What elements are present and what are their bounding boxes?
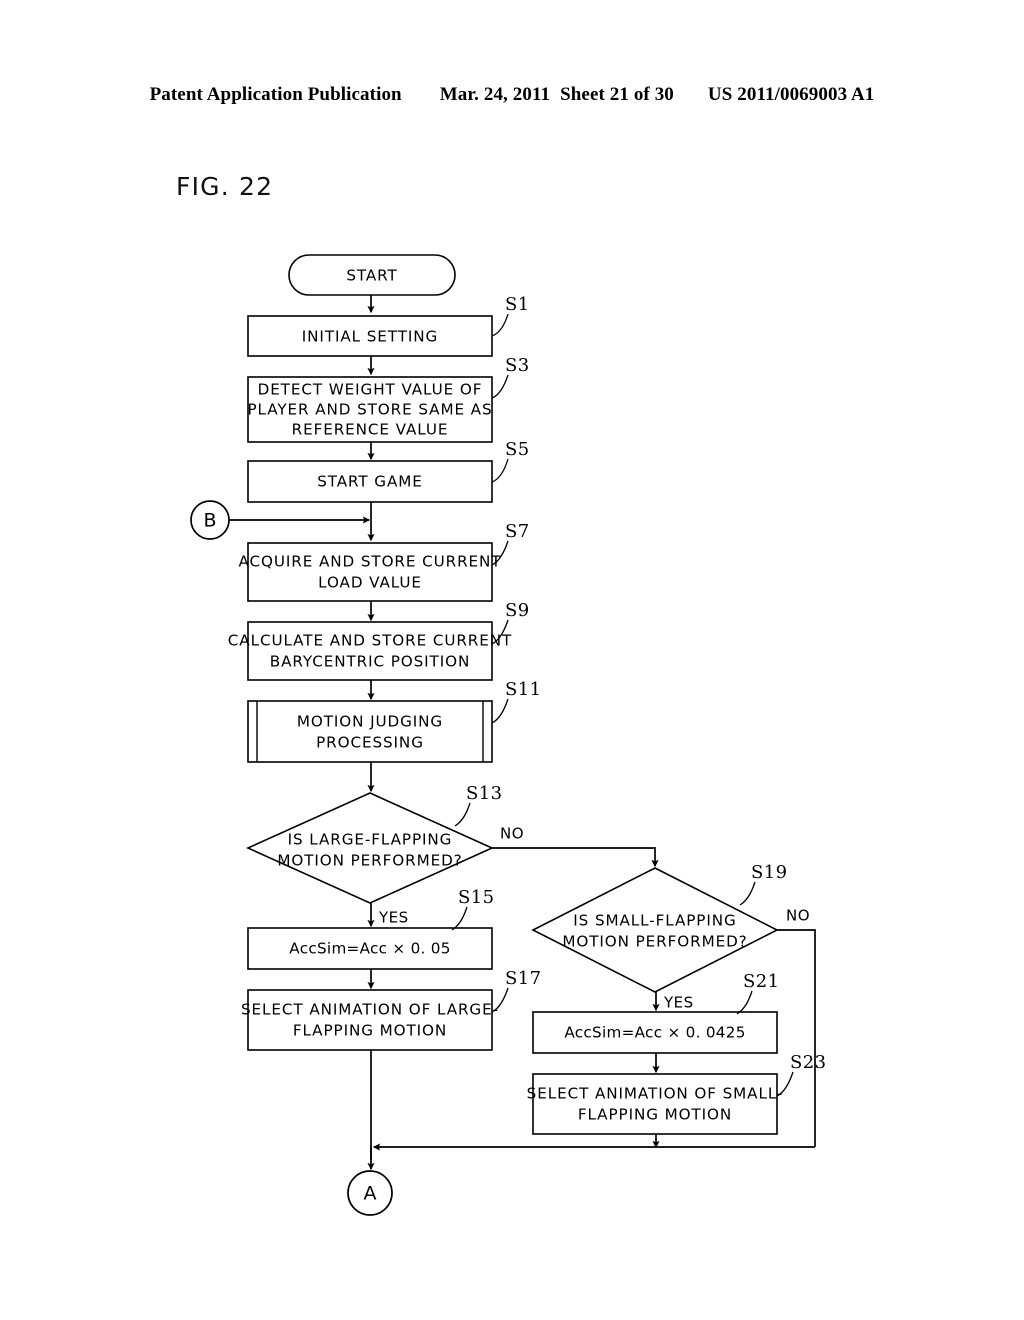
node-s13-line-1: MOTION PERFORMED? xyxy=(277,852,462,870)
node-s23-line-1: FLAPPING MOTION xyxy=(578,1106,732,1124)
node-s13-line-0: IS LARGE-FLAPPING xyxy=(288,831,453,849)
branch-label-s19-yes: YES xyxy=(663,994,694,1012)
node-s23: SELECT ANIMATION OF SMALL- FLAPPING MOTI… xyxy=(527,1073,784,1135)
node-s11-line-1: PROCESSING xyxy=(316,734,424,752)
connector-a-label: A xyxy=(364,1183,377,1205)
node-s1-line-0: INITIAL SETTING xyxy=(302,328,438,346)
node-s23-line-0: SELECT ANIMATION OF SMALL- xyxy=(527,1085,784,1103)
step-label-s9: S9 xyxy=(505,600,530,621)
step-label-s23: S23 xyxy=(790,1052,826,1073)
node-s21-line-0: AccSim=Acc × 0. 0425 xyxy=(564,1024,745,1042)
step-label-s11: S11 xyxy=(505,679,541,700)
node-s3-line-1: PLAYER AND STORE SAME AS xyxy=(247,401,492,419)
connector-a: A xyxy=(347,1170,393,1216)
step-label-s21: S21 xyxy=(743,971,779,992)
node-s9-line-0: CALCULATE AND STORE CURRENT xyxy=(228,632,512,650)
connector-b: B xyxy=(190,500,230,540)
node-s9-line-1: BARYCENTRIC POSITION xyxy=(270,653,470,671)
node-s5: START GAME xyxy=(247,460,493,503)
step-label-s3: S3 xyxy=(505,355,530,376)
step-label-s1: S1 xyxy=(505,294,530,315)
node-s17-line-0: SELECT ANIMATION OF LARGE- xyxy=(241,1001,499,1019)
branch-label-s13-yes: YES xyxy=(378,909,409,927)
node-s3: DETECT WEIGHT VALUE OF PLAYER AND STORE … xyxy=(247,376,493,443)
node-start-label: START xyxy=(346,267,397,285)
step-label-s19: S19 xyxy=(751,862,787,883)
node-s11: MOTION JUDGING PROCESSING xyxy=(247,700,493,763)
node-s17: SELECT ANIMATION OF LARGE- FLAPPING MOTI… xyxy=(241,989,499,1051)
branch-label-s13-no: NO xyxy=(500,825,524,843)
node-s7: ACQUIRE AND STORE CURRENT LOAD VALUE xyxy=(239,542,502,602)
node-s15-line-0: AccSim=Acc × 0. 05 xyxy=(289,940,450,958)
step-label-s17: S17 xyxy=(505,968,541,989)
step-label-s5: S5 xyxy=(505,439,530,460)
node-s7-line-1: LOAD VALUE xyxy=(318,574,422,592)
node-s5-line-0: START GAME xyxy=(317,473,423,491)
step-label-s7: S7 xyxy=(505,521,530,542)
node-s19-line-0: IS SMALL-FLAPPING xyxy=(573,912,736,930)
node-s17-line-1: FLAPPING MOTION xyxy=(293,1022,447,1040)
node-s19-line-1: MOTION PERFORMED? xyxy=(562,933,747,951)
node-s21: AccSim=Acc × 0. 0425 xyxy=(532,1011,778,1054)
branch-label-s19-no: NO xyxy=(786,907,810,925)
node-s1: INITIAL SETTING xyxy=(247,315,493,357)
node-s11-line-0: MOTION JUDGING xyxy=(297,713,443,731)
node-start: START xyxy=(288,254,456,296)
node-s3-line-0: DETECT WEIGHT VALUE OF xyxy=(258,381,483,399)
node-s3-line-2: REFERENCE VALUE xyxy=(292,421,449,439)
node-s13: IS LARGE-FLAPPING MOTION PERFORMED? xyxy=(246,792,494,904)
step-label-s13: S13 xyxy=(466,783,502,804)
node-s7-line-0: ACQUIRE AND STORE CURRENT xyxy=(239,553,502,571)
flowchart-diagram: START INITIAL SETTING S1 DETECT WEIGHT V… xyxy=(190,254,826,1216)
step-label-s15: S15 xyxy=(458,887,494,908)
node-s19: IS SMALL-FLAPPING MOTION PERFORMED? xyxy=(531,867,779,993)
node-s9: CALCULATE AND STORE CURRENT BARYCENTRIC … xyxy=(228,621,512,681)
connector-b-label: B xyxy=(203,510,216,532)
node-s15: AccSim=Acc × 0. 05 xyxy=(247,927,493,970)
